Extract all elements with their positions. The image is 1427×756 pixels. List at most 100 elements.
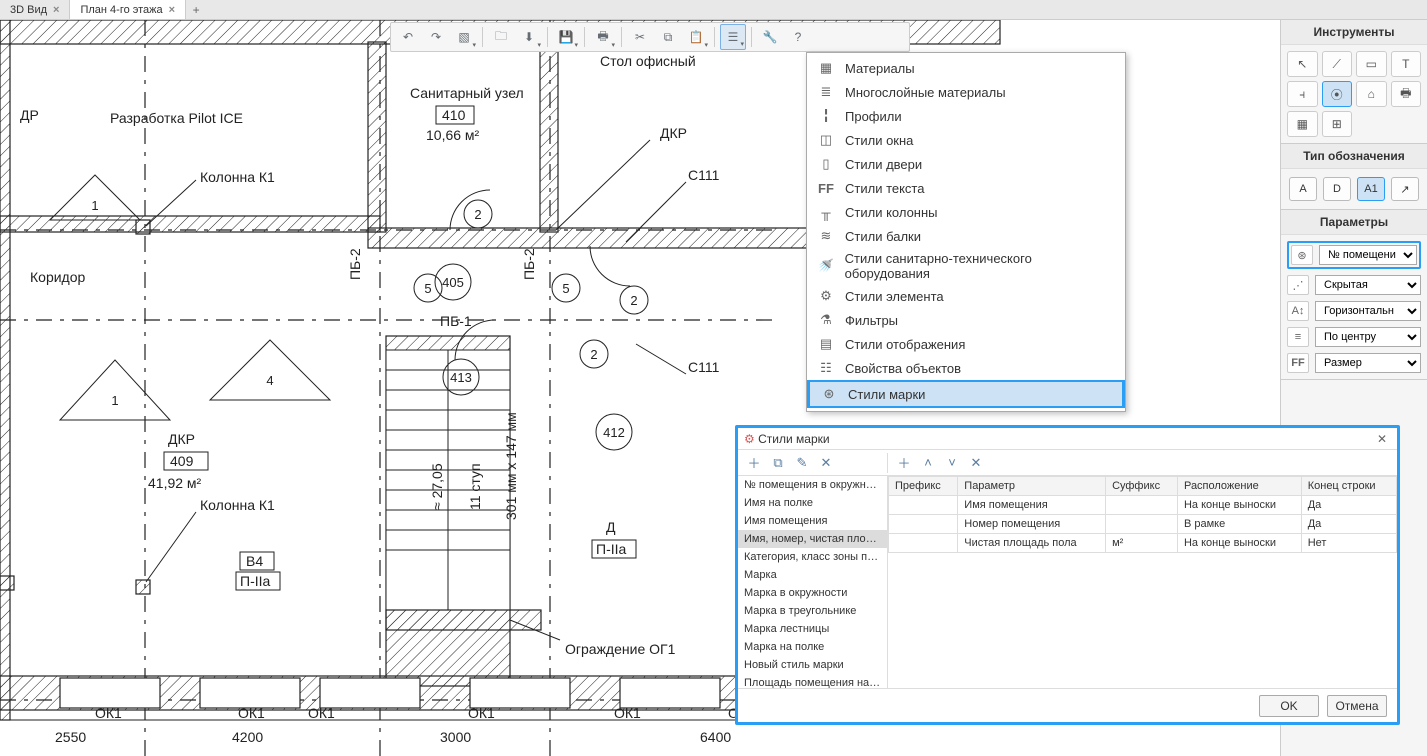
rect-tool[interactable]: ▭ <box>1356 51 1387 77</box>
print-tool[interactable]: 🖶 <box>1391 81 1422 107</box>
table-row[interactable]: Номер помещенияВ рамкеДа <box>889 515 1397 534</box>
styles-manager-button[interactable]: ☰▾ <box>720 24 746 50</box>
align-select[interactable]: По центру <box>1315 327 1421 347</box>
mark-tool[interactable]: ⦿ <box>1322 81 1353 107</box>
col-header[interactable]: Конец строки <box>1301 477 1396 496</box>
table-tool[interactable]: ▦ <box>1287 111 1318 137</box>
profile-icon: ╏ <box>817 107 835 125</box>
svg-text:11 ступ: 11 ступ <box>467 463 483 510</box>
orientation-select[interactable]: Горизонтальн <box>1315 301 1421 321</box>
row-down-button[interactable]: ˅ <box>942 453 962 473</box>
close-icon[interactable]: × <box>53 4 59 16</box>
row-up-button[interactable]: ˄ <box>918 453 938 473</box>
undo-button[interactable]: ↶ <box>395 24 421 50</box>
style-params-table[interactable]: ПрефиксПараметрСуффиксРасположениеКонец … <box>888 476 1397 688</box>
arc-tool[interactable]: ⟋ <box>1322 51 1353 77</box>
pointer-tool[interactable]: ↖ <box>1287 51 1318 77</box>
tag-icon: ⊛ <box>1291 245 1313 265</box>
text-tool[interactable]: T <box>1391 51 1422 77</box>
menu-text-styles[interactable]: FFСтили текста <box>807 176 1125 200</box>
style-list-item[interactable]: Имя на полке <box>738 494 887 512</box>
open-button[interactable]: 🗀 <box>488 24 514 50</box>
menu-mark-styles[interactable]: ⊛Стили марки <box>807 380 1125 408</box>
menu-beam-styles[interactable]: ≋Стили балки <box>807 224 1125 248</box>
menu-object-props[interactable]: ☷Свойства объектов <box>807 356 1125 380</box>
menu-column-styles[interactable]: ╥Стили колонны <box>807 200 1125 224</box>
desig-a1[interactable]: A1 <box>1357 177 1385 201</box>
style-list-item[interactable]: Марка лестницы <box>738 620 887 638</box>
svg-text:≈ 27,05: ≈ 27,05 <box>429 463 445 510</box>
room-number-select[interactable]: № помещени <box>1319 245 1417 265</box>
line-style-select[interactable]: Скрытая <box>1315 275 1421 295</box>
svg-text:Санитарный узел: Санитарный узел <box>410 85 524 101</box>
duplicate-style-button[interactable]: ⧉ <box>768 453 788 473</box>
menu-display-styles[interactable]: ▤Стили отображения <box>807 332 1125 356</box>
print-button[interactable]: 🖶▾ <box>590 24 616 50</box>
dim-tool[interactable]: ⫞ <box>1287 81 1318 107</box>
desig-arrow[interactable]: ↗ <box>1391 177 1419 201</box>
menu-filters[interactable]: ⚗Фильтры <box>807 308 1125 332</box>
import-button[interactable]: ⬇▾ <box>516 24 542 50</box>
menu-window-styles[interactable]: ◫Стили окна <box>807 128 1125 152</box>
hatch-icon: ⋰ <box>1287 275 1309 295</box>
desig-d[interactable]: D <box>1323 177 1351 201</box>
copy-button[interactable]: ⧉ <box>655 24 681 50</box>
svg-text:301 мм x 147 мм: 301 мм x 147 мм <box>503 412 519 520</box>
style-list-item[interactable]: Марка в окружности <box>738 584 887 602</box>
edit-style-button[interactable]: ✎ <box>792 453 812 473</box>
cancel-button[interactable]: Отмена <box>1327 695 1387 717</box>
grid-tool[interactable]: ⊞ <box>1322 111 1353 137</box>
tab-3d-view[interactable]: 3D Вид × <box>0 0 70 19</box>
tab-floor-plan[interactable]: План 4-го этажа × <box>70 0 186 19</box>
svg-text:С111: С111 <box>688 167 720 183</box>
menu-sanitary-styles[interactable]: 🚿Стили санитарно-технического оборудован… <box>807 248 1125 284</box>
size-select[interactable]: Размер <box>1315 353 1421 373</box>
style-list-item[interactable]: Категория, класс зоны помещен <box>738 548 887 566</box>
styles-dropdown: ▦Материалы ≣Многослойные материалы ╏Проф… <box>806 52 1126 412</box>
col-header[interactable]: Расположение <box>1177 477 1301 496</box>
box3d-button[interactable]: ▧▾ <box>451 24 477 50</box>
style-list-item[interactable]: № помещения в окружности <box>738 476 887 494</box>
main-toolbar: ↶ ↷ ▧▾ 🗀 ⬇▾ 💾▾ 🖶▾ ✂ ⧉ 📋▾ ☰▾ 🔧 ? <box>390 22 910 52</box>
ok-button[interactable]: OK <box>1259 695 1319 717</box>
dialog-toolbar: ＋ ⧉ ✎ ✕ ＋ ˄ ˅ ✕ <box>738 450 1397 476</box>
style-list-item[interactable]: Марка <box>738 566 887 584</box>
paste-button[interactable]: 📋▾ <box>683 24 709 50</box>
svg-text:ОК1: ОК1 <box>308 705 335 721</box>
table-row[interactable]: Чистая площадь полам²На конце выноскиНет <box>889 534 1397 553</box>
help-button[interactable]: ? <box>785 24 811 50</box>
save-button[interactable]: 💾▾ <box>553 24 579 50</box>
col-header[interactable]: Суффикс <box>1106 477 1178 496</box>
close-icon[interactable]: × <box>169 4 175 16</box>
add-style-button[interactable]: ＋ <box>744 453 764 473</box>
table-row[interactable]: Имя помещенияНа конце выноскиДа <box>889 496 1397 515</box>
menu-door-styles[interactable]: ▯Стили двери <box>807 152 1125 176</box>
menu-materials[interactable]: ▦Материалы <box>807 56 1125 80</box>
style-list-item[interactable]: Марка на полке <box>738 638 887 656</box>
styles-list[interactable]: № помещения в окружностиИмя на полкеИмя … <box>738 476 888 688</box>
svg-text:ОК1: ОК1 <box>468 705 495 721</box>
settings-button[interactable]: 🔧 <box>757 24 783 50</box>
house-tool[interactable]: ⌂ <box>1356 81 1387 107</box>
desig-a[interactable]: A <box>1289 177 1317 201</box>
cut-button[interactable]: ✂ <box>627 24 653 50</box>
style-list-item[interactable]: Имя помещения <box>738 512 887 530</box>
style-list-item[interactable]: Площадь помещения на полке <box>738 674 887 688</box>
col-header[interactable]: Параметр <box>958 477 1106 496</box>
panel-title: Тип обозначения <box>1281 144 1427 169</box>
add-tab-button[interactable]: + <box>186 3 206 17</box>
delete-style-button[interactable]: ✕ <box>816 453 836 473</box>
dialog-close-button[interactable]: ✕ <box>1373 432 1391 446</box>
redo-button[interactable]: ↷ <box>423 24 449 50</box>
add-row-button[interactable]: ＋ <box>894 453 914 473</box>
menu-multilayer[interactable]: ≣Многослойные материалы <box>807 80 1125 104</box>
dialog-titlebar[interactable]: ⚙ Стили марки ✕ <box>738 428 1397 450</box>
svg-text:ПБ-1: ПБ-1 <box>440 313 472 329</box>
style-list-item[interactable]: Марка в треугольнике <box>738 602 887 620</box>
style-list-item[interactable]: Новый стиль марки <box>738 656 887 674</box>
col-header[interactable]: Префикс <box>889 477 958 496</box>
menu-element-styles[interactable]: ⚙Стили элемента <box>807 284 1125 308</box>
menu-profiles[interactable]: ╏Профили <box>807 104 1125 128</box>
style-list-item[interactable]: Имя, номер, чистая площадь по <box>738 530 887 548</box>
delete-row-button[interactable]: ✕ <box>966 453 986 473</box>
